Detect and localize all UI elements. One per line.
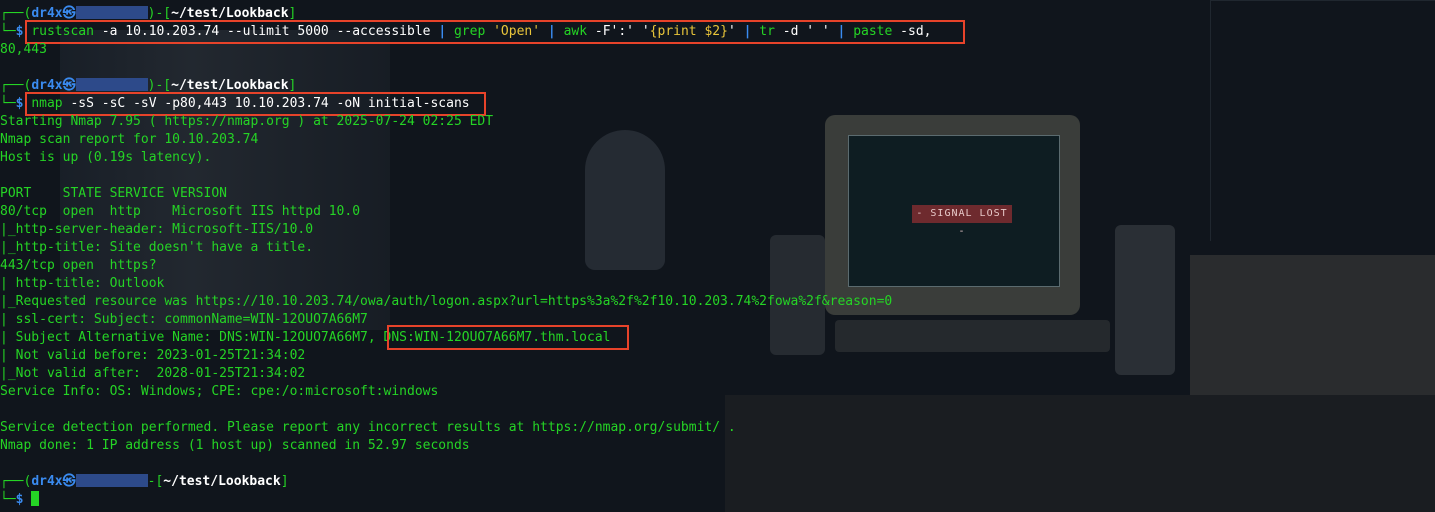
output-line: Host is up (0.19s latency).	[0, 150, 212, 165]
output-line: Service Info: OS: Windows; CPE: cpe:/o:m…	[0, 384, 439, 399]
output-line: Nmap scan report for 10.10.203.74	[0, 132, 259, 147]
command-line-nmap: └─$ nmap -sS -sC -sV -p80,443 10.10.203.…	[0, 92, 1435, 116]
output-line: |_Requested resource was https://10.10.2…	[0, 294, 893, 309]
output-line: Nmap done: 1 IP address (1 host up) scan…	[0, 438, 470, 453]
output-line: |_http-title: Site doesn't have a title.	[0, 240, 314, 255]
redacted-hostname	[75, 78, 148, 91]
output-line: |_Not valid after: 2028-01-25T21:34:02	[0, 366, 306, 381]
output-line: 80/tcp open http Microsoft IIS httpd 10.…	[0, 204, 361, 219]
rustscan-output: 80,443	[0, 42, 47, 57]
command-line-active[interactable]: └─$	[0, 491, 1435, 509]
terminal[interactable]: ┌──(dr4x㉿)-[~/test/Lookback] └─$ rustsca…	[0, 5, 1435, 509]
prompt-user: dr4x	[31, 6, 63, 21]
terminal-cursor	[31, 491, 40, 506]
prompt-line: ┌──(dr4x㉿ -[~/test/Lookback]	[0, 474, 289, 489]
output-line-san: | Subject Alternative Name: DNS:WIN-12OU…	[0, 325, 1435, 350]
redacted-hostname	[75, 6, 148, 19]
command-line-rustscan: └─$ rustscan -a 10.10.203.74 --ulimit 50…	[0, 20, 1435, 44]
redacted-hostname	[75, 474, 148, 487]
output-line: | http-title: Outlook	[0, 276, 165, 291]
output-line: | Not valid before: 2023-01-25T21:34:02	[0, 348, 306, 363]
output-line: Service detection performed. Please repo…	[0, 420, 736, 435]
output-line: |_http-server-header: Microsoft-IIS/10.0	[0, 222, 314, 237]
output-line: Starting Nmap 7.95 ( https://nmap.org ) …	[0, 114, 494, 129]
output-line: 443/tcp open https?	[0, 258, 157, 273]
prompt-path: ~/test/Lookback	[171, 6, 289, 21]
output-line: PORT STATE SERVICE VERSION	[0, 186, 227, 201]
output-line: | ssl-cert: Subject: commonName=WIN-12OU…	[0, 312, 368, 327]
